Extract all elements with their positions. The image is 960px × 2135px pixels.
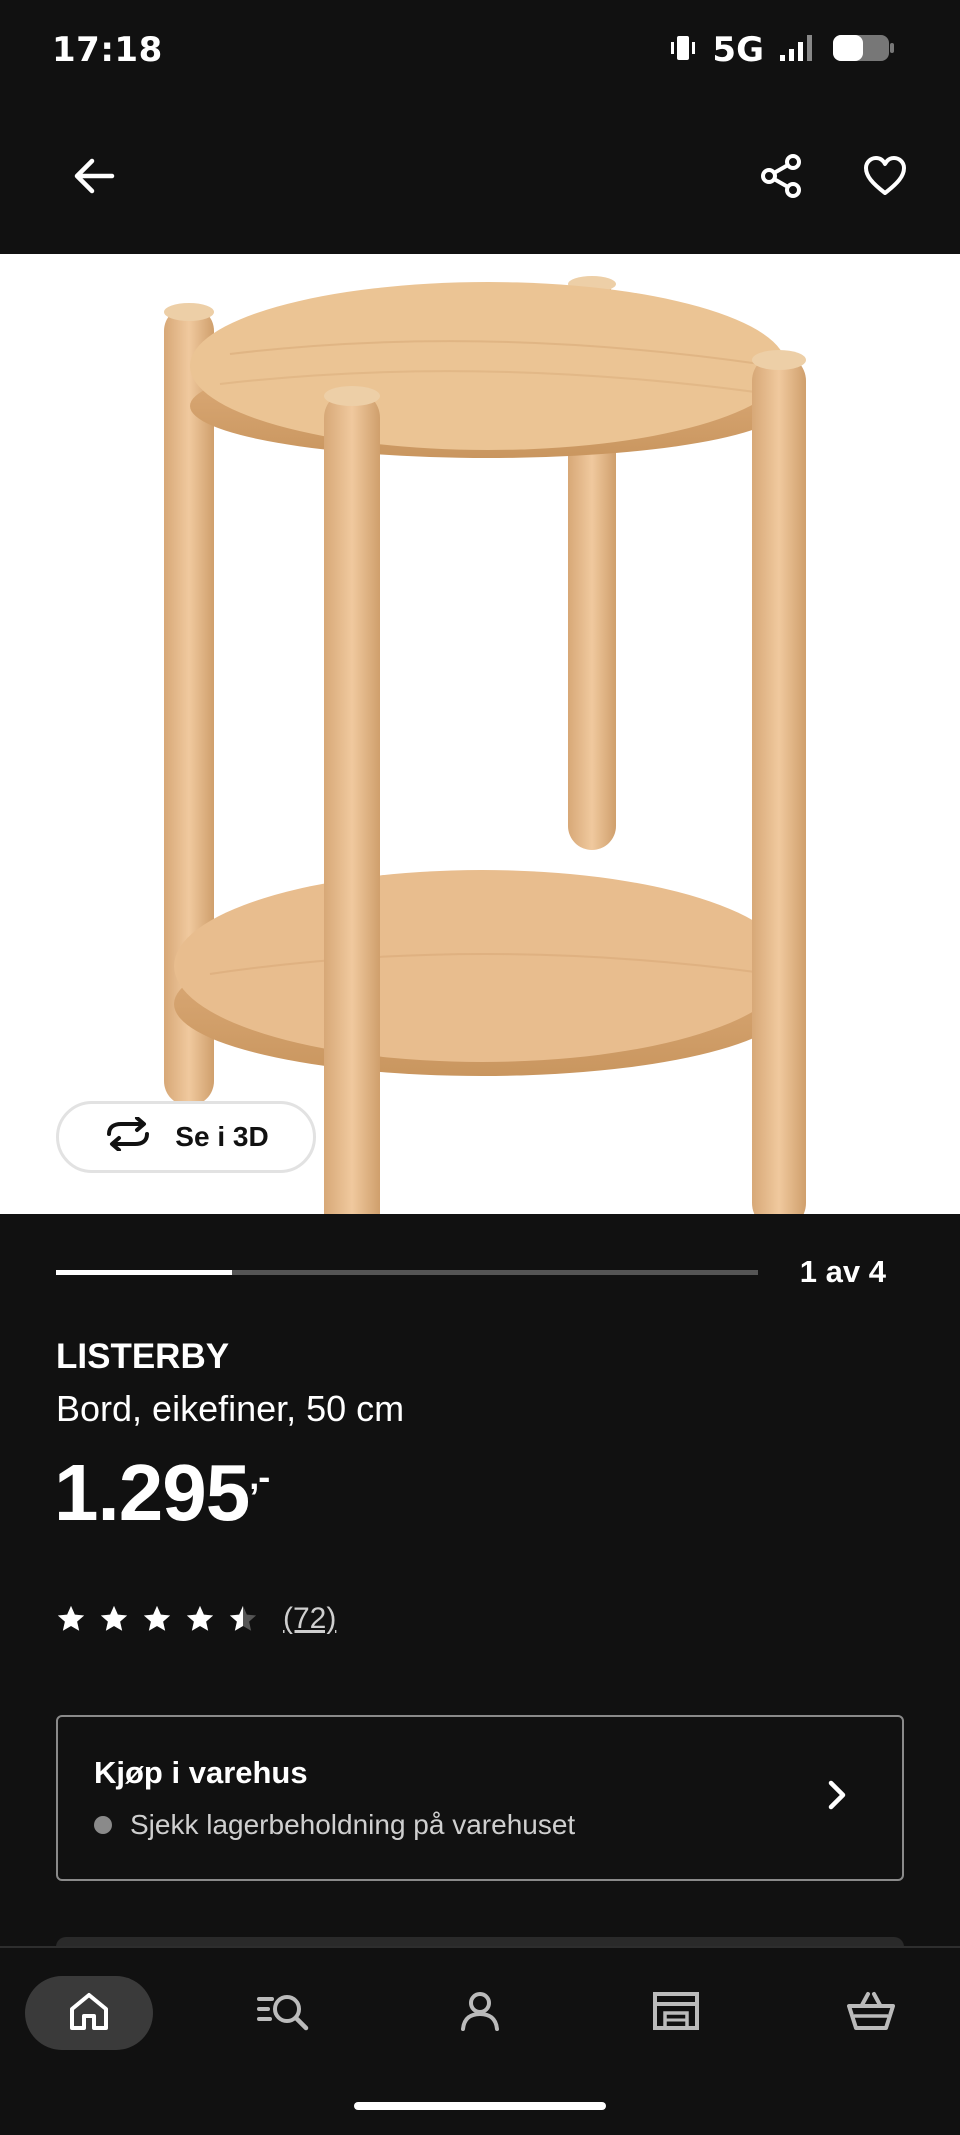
profile-icon — [458, 1989, 502, 2037]
gallery-progress-bar — [56, 1270, 758, 1275]
nav-home[interactable] — [25, 1976, 153, 2050]
nav-stores[interactable] — [612, 1976, 740, 2050]
price-suffix: ,- — [249, 1456, 270, 1497]
stock-status-text: Sjekk lagerbeholdning på varehuset — [130, 1809, 576, 1840]
stock-status: Sjekk lagerbeholdning på varehuset — [94, 1809, 575, 1841]
rating-stars — [56, 1604, 258, 1634]
product-description: Bord, eikefiner, 50 cm — [56, 1388, 405, 1429]
network-label: 5G — [712, 30, 764, 70]
star-icon — [57, 1605, 85, 1631]
chevron-right-icon — [822, 1775, 852, 1819]
review-count-link[interactable]: (72) — [283, 1602, 336, 1636]
basket-icon — [846, 1989, 896, 2037]
search-list-icon — [256, 1989, 312, 2037]
product-image[interactable] — [0, 254, 960, 1214]
back-arrow-icon — [72, 154, 116, 202]
rating[interactable]: (72) — [56, 1602, 336, 1636]
view-3d-label: Se i 3D — [175, 1121, 269, 1152]
product-name: LISTERBY — [56, 1337, 230, 1376]
stock-status-dot — [94, 1816, 112, 1834]
gallery-progress-fill — [56, 1270, 232, 1275]
status-time: 17:18 — [52, 30, 163, 70]
back-button[interactable] — [54, 138, 134, 218]
buy-in-store-title: Kjøp i varehus — [94, 1755, 308, 1790]
home-indicator[interactable] — [354, 2102, 606, 2110]
star-icon — [100, 1605, 128, 1631]
gallery-position: 1 av 4 — [799, 1254, 886, 1289]
share-button[interactable] — [742, 138, 822, 218]
side-table-illustration — [164, 276, 806, 1214]
heart-icon — [862, 153, 908, 203]
star-icon — [143, 1605, 171, 1631]
star-icon — [186, 1605, 214, 1631]
nav-profile[interactable] — [416, 1976, 544, 2050]
status-icons: 5G — [668, 30, 896, 70]
favorite-button[interactable] — [845, 138, 925, 218]
star-icon — [229, 1605, 257, 1631]
rotate-icon — [103, 1115, 153, 1158]
price-value: 1.295 — [54, 1448, 250, 1537]
share-icon — [759, 153, 805, 203]
home-icon — [67, 1989, 111, 2037]
battery-icon — [832, 33, 896, 67]
vibrate-icon — [668, 33, 698, 67]
status-bar: 17:18 5G — [0, 0, 960, 100]
buy-in-store-card[interactable]: Kjøp i varehus Sjekk lagerbeholdning på … — [56, 1715, 904, 1881]
nav-search[interactable] — [220, 1976, 348, 2050]
app-bar — [0, 100, 960, 254]
store-icon — [651, 1989, 701, 2037]
view-3d-button[interactable]: Se i 3D — [56, 1101, 316, 1173]
product-price: 1.295,- — [54, 1453, 270, 1533]
nav-basket[interactable] — [807, 1976, 935, 2050]
signal-icon — [778, 33, 818, 67]
